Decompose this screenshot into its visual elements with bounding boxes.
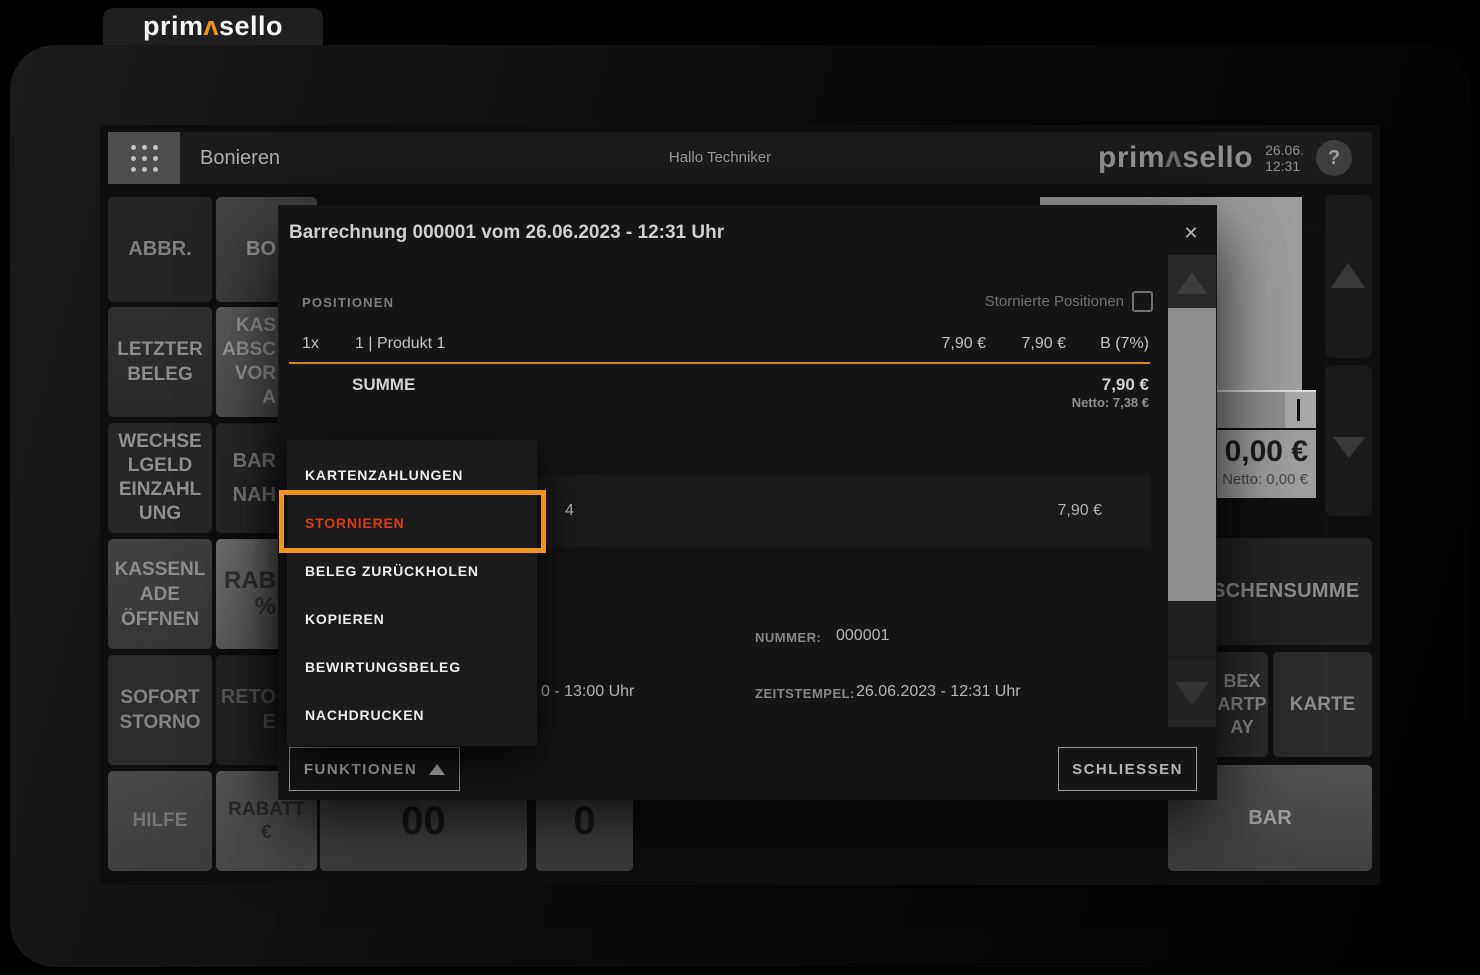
key-barentnahme-label: BAR NAH (232, 450, 276, 506)
key-sofort-storno[interactable]: SOFORT STORNO (108, 655, 212, 765)
help-button[interactable]: ? (1316, 140, 1353, 176)
key-kassenabschluss-label: KAS ABSC VOR A (222, 315, 276, 408)
header-datetime: 26.06. 12:31 (1265, 142, 1305, 174)
timestamp-label: ZEITSTEMPEL: (755, 686, 855, 701)
funktionen-label: FUNKTIONEN (303, 760, 418, 778)
funktionen-button[interactable]: FUNKTIONEN (289, 747, 460, 791)
brand-logo: primʌsello (142, 11, 284, 41)
summe-rule (289, 362, 1150, 364)
scrollbar-down-button[interactable] (1168, 660, 1216, 727)
menu-item-bewirtungsbeleg[interactable]: BEWIRTUNGSBELEG (287, 643, 537, 691)
main-menu-button[interactable] (108, 132, 180, 184)
schliessen-button[interactable]: SCHLIESSEN (1058, 747, 1197, 791)
key-hilfe[interactable]: HILFE (108, 771, 212, 871)
position-tax: B (7%) (1100, 335, 1149, 352)
grid-menu-icon (130, 144, 158, 172)
number-label: NUMMER: (755, 630, 822, 645)
scroll-down-icon (1175, 682, 1209, 705)
receipt-input-highlight (1285, 392, 1316, 428)
text-cursor (1297, 399, 1300, 421)
position-qty: 1x (302, 335, 319, 352)
storno-filter-checkbox[interactable] (1132, 291, 1153, 312)
menu-item-nachdrucken[interactable]: NACHDRUCKEN (287, 691, 537, 739)
header-brand-logo: primʌsello (1098, 141, 1254, 174)
scrollbar-up-button[interactable] (1168, 255, 1216, 308)
funktionen-arrow-up-icon (429, 763, 446, 775)
stornieren-highlight-box (279, 490, 546, 553)
position-total-price: 7,90 € (1021, 335, 1066, 352)
positions-scrollbar[interactable] (1168, 255, 1216, 727)
funktionen-menu: KARTENZAHLUNGEN STORNIEREN BELEG ZURÜCKH… (287, 440, 537, 746)
scroll-up-icon (1177, 272, 1207, 294)
summe-label: SUMME (352, 375, 416, 394)
brand-caret-icon: ʌ (203, 11, 219, 41)
scrollbar-thumb[interactable] (1168, 308, 1216, 601)
menu-item-kopieren[interactable]: KOPIEREN (287, 595, 537, 643)
key-rabatt-prozent-label: RAB % (224, 567, 276, 620)
dialog-title: Barrechnung 000001 vom 26.06.2023 - 12:3… (289, 222, 725, 243)
key-kassenlade-oeffnen[interactable]: KASSENL ADE ÖFFNEN (108, 539, 212, 649)
storno-filter-label: Stornierte Positionen (984, 293, 1124, 310)
arrow-down-icon (1333, 437, 1365, 458)
kartpay-label: BEX ARTP AY (1217, 671, 1267, 737)
position-row[interactable]: 1x 1 | Produkt 1 7,90 € 7,90 € B (7%) (278, 327, 1217, 361)
payment-time-fragment: 4 (565, 502, 574, 519)
key-wechselgeld-einzahlung[interactable]: WECHSE LGELD EINZAHL UNG (108, 423, 212, 533)
positions-heading: POSITIONEN (302, 295, 395, 310)
position-name: 1 | Produkt 1 (355, 335, 446, 352)
karte-button[interactable]: KARTE (1273, 652, 1372, 757)
number-value: 000001 (836, 627, 890, 644)
receipt-scroll-down-button[interactable] (1325, 365, 1372, 516)
key-retoure-label: RETO E (220, 686, 276, 733)
detail-time-fragment: 0 - 13:00 Uhr (541, 683, 635, 700)
menu-item-beleg-zurueckholen[interactable]: BELEG ZURÜCKHOLEN (287, 547, 537, 595)
user-greeting: Hallo Techniker (668, 149, 772, 166)
key-letzter-beleg[interactable]: LETZTER BELEG (108, 307, 212, 417)
close-icon[interactable]: ✕ (1176, 218, 1206, 248)
brand-logo-tab: primʌsello (103, 8, 323, 45)
timestamp-value: 26.06.2023 - 12:31 Uhr (856, 683, 1021, 700)
key-abbr[interactable]: ABBR. (108, 197, 212, 302)
header-brand-caret-icon: ʌ (1165, 141, 1183, 174)
arrow-up-icon (1331, 263, 1365, 288)
position-unit-price: 7,90 € (941, 335, 986, 352)
schliessen-label: SCHLIESSEN (1072, 760, 1183, 778)
receipt-scroll-up-button[interactable] (1325, 195, 1372, 358)
payment-amount: 7,90 € (1057, 502, 1102, 519)
key-bon-label: BO (246, 238, 276, 260)
netto-value: Netto: 7,38 € (1071, 395, 1149, 410)
page-title: Bonieren (200, 147, 281, 169)
